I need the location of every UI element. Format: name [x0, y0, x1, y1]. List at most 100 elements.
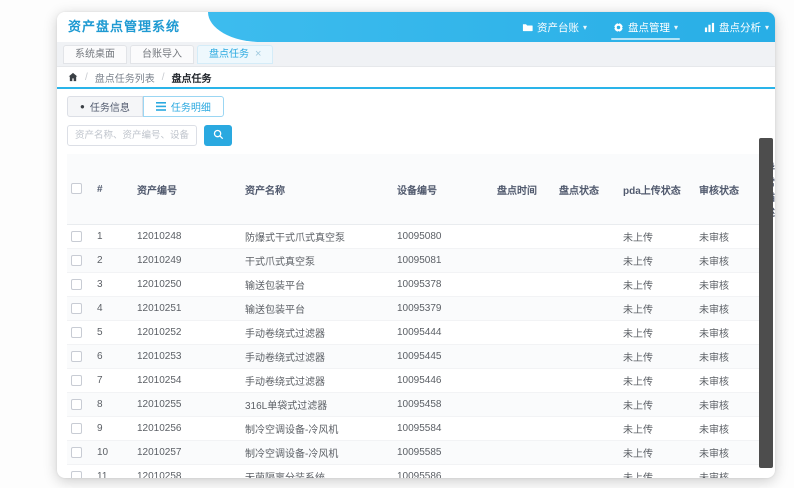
tab-label: 盘点任务 [209, 48, 249, 60]
cell-check-status [555, 272, 619, 297]
col-device-no: 设备编号 [393, 154, 493, 225]
cell-asset-name: 316L单袋式过滤器 [241, 392, 393, 417]
cell-pda-status: 未上传 [619, 296, 695, 321]
cell-pda-status: 未上传 [619, 344, 695, 369]
table-row: 5 12010252 手动卷绕式过滤器 10095444 未上传 未审核 [67, 320, 765, 345]
tab-label: 台账导入 [142, 48, 182, 60]
cell-check-time [493, 392, 555, 417]
table-row: 6 12010253 手动卷绕式过滤器 10095445 未上传 未审核 [67, 344, 765, 369]
cell-device-no: 10095586 [393, 464, 493, 478]
cell-audit-status: 未审核 [695, 272, 761, 297]
cell-asset-no: 12010250 [133, 272, 241, 297]
cell-pda-status: 未上传 [619, 416, 695, 441]
search-button[interactable] [204, 125, 232, 146]
chevron-down-icon: ▾ [673, 22, 678, 32]
cell-check-status [555, 320, 619, 345]
cell-audit-status: 未审核 [695, 248, 761, 273]
tab-inventory-task[interactable]: 盘点任务 × [197, 44, 274, 64]
cell-index: 11 [93, 464, 133, 478]
row-checkbox[interactable] [71, 446, 82, 458]
cell-asset-name: 制冷空调设备-冷风机 [241, 440, 393, 465]
col-asset-no: 资产编号 [133, 154, 241, 225]
subtab-label: 任务明细 [170, 103, 211, 114]
chevron-down-icon: ▾ [764, 22, 769, 32]
row-checkbox[interactable] [71, 422, 82, 434]
cell-asset-name: 手动卷绕式过滤器 [241, 344, 393, 369]
cell-pda-status: 未上传 [619, 248, 695, 273]
vertical-scrollbar[interactable] [759, 138, 773, 468]
cell-pda-status: 未上传 [619, 224, 695, 249]
nav-item-inventory-mgmt[interactable]: 盘点管理 ▾ [610, 12, 681, 42]
cell-asset-name: 制冷空调设备-冷风机 [241, 416, 393, 441]
cell-audit-status: 未审核 [695, 296, 761, 321]
table-row: 1 12010248 防爆式干式爪式真空泵 10095080 未上传 未审核 [67, 224, 765, 249]
row-checkbox[interactable] [71, 302, 82, 314]
col-check-status: 盘点状态 [555, 154, 619, 225]
subtab-task-info[interactable]: ● 任务信息 [67, 96, 143, 117]
folder-icon [522, 22, 533, 33]
table-row: 10 12010257 制冷空调设备-冷风机 10095585 未上传 未审核 [67, 440, 765, 465]
col-check-time: 盘点时间 [493, 154, 555, 225]
cell-check-status [555, 392, 619, 417]
cell-check-status [555, 296, 619, 321]
cell-asset-name: 输送包装平台 [241, 296, 393, 321]
row-checkbox[interactable] [71, 350, 82, 362]
search-input[interactable] [67, 125, 197, 146]
cell-asset-no: 12010251 [133, 296, 241, 321]
cell-index: 7 [93, 368, 133, 393]
dot-icon: ● [80, 101, 85, 111]
cell-check-time [493, 416, 555, 441]
table-row: 4 12010251 输送包装平台 10095379 未上传 未审核 [67, 296, 765, 321]
cell-check-time [493, 464, 555, 478]
cell-index: 8 [93, 392, 133, 417]
row-checkbox[interactable] [71, 230, 82, 242]
breadcrumb-task-list[interactable]: 盘点任务列表 [95, 70, 155, 85]
row-checkbox[interactable] [71, 470, 82, 478]
nav-label: 盘点管理 [627, 21, 670, 34]
cell-asset-name: 防爆式干式爪式真空泵 [241, 224, 393, 249]
close-icon[interactable]: × [255, 48, 261, 60]
row-checkbox[interactable] [71, 254, 82, 266]
home-icon[interactable] [68, 72, 78, 82]
cell-check-status [555, 368, 619, 393]
tab-ledger-import[interactable]: 台账导入 [130, 44, 194, 64]
table-body: 1 12010248 防爆式干式爪式真空泵 10095080 未上传 未审核 2 [67, 224, 765, 478]
cell-device-no: 10095458 [393, 392, 493, 417]
search-row [67, 125, 765, 146]
app-window: 资产盘点管理系统 资产台账 ▾ 盘点管理 ▾ 盘点分析 ▾ 系统桌面 台账导入 … [57, 12, 775, 478]
cell-check-status [555, 416, 619, 441]
cell-pda-status: 未上传 [619, 464, 695, 478]
cell-asset-name: 干式爪式真空泵 [241, 248, 393, 273]
cell-index: 6 [93, 344, 133, 369]
cell-check-time [493, 224, 555, 249]
col-audit-status: 审核状态 [695, 154, 761, 225]
row-checkbox[interactable] [71, 326, 82, 338]
table-row: 2 12010249 干式爪式真空泵 10095081 未上传 未审核 [67, 248, 765, 273]
subtab-label: 任务信息 [89, 103, 130, 114]
gear-icon [613, 21, 624, 33]
select-all-checkbox[interactable] [71, 183, 82, 195]
cell-asset-name: 手动卷绕式过滤器 [241, 320, 393, 345]
nav-item-inventory-analysis[interactable]: 盘点分析 ▾ [704, 12, 769, 42]
app-title: 资产盘点管理系统 [68, 19, 181, 34]
row-checkbox[interactable] [71, 374, 82, 386]
cell-device-no: 10095444 [393, 320, 493, 345]
row-checkbox[interactable] [71, 398, 82, 410]
cell-asset-no: 12010248 [133, 224, 241, 249]
row-checkbox[interactable] [71, 278, 82, 290]
table-row: 7 12010254 手动卷绕式过滤器 10095446 未上传 未审核 [67, 368, 765, 393]
table-row: 11 12010258 无菌隔离分装系统 10095586 未上传 未审核 [67, 464, 765, 478]
cell-index: 1 [93, 224, 133, 249]
cell-device-no: 10095445 [393, 344, 493, 369]
breadcrumb-current: 盘点任务 [171, 73, 212, 85]
tab-system-desktop[interactable]: 系统桌面 [63, 44, 127, 64]
cell-check-time [493, 344, 555, 369]
nav-item-asset-ledger[interactable]: 资产台账 ▾ [522, 12, 587, 42]
subtab-task-detail[interactable]: 任务明细 [142, 96, 224, 117]
cell-audit-status: 未审核 [695, 344, 761, 369]
cell-index: 2 [93, 248, 133, 273]
col-pda-status: pda上传状态 [619, 154, 695, 225]
cell-asset-no: 12010249 [133, 248, 241, 273]
cell-audit-status: 未审核 [695, 320, 761, 345]
cell-asset-name: 无菌隔离分装系统 [241, 464, 393, 478]
